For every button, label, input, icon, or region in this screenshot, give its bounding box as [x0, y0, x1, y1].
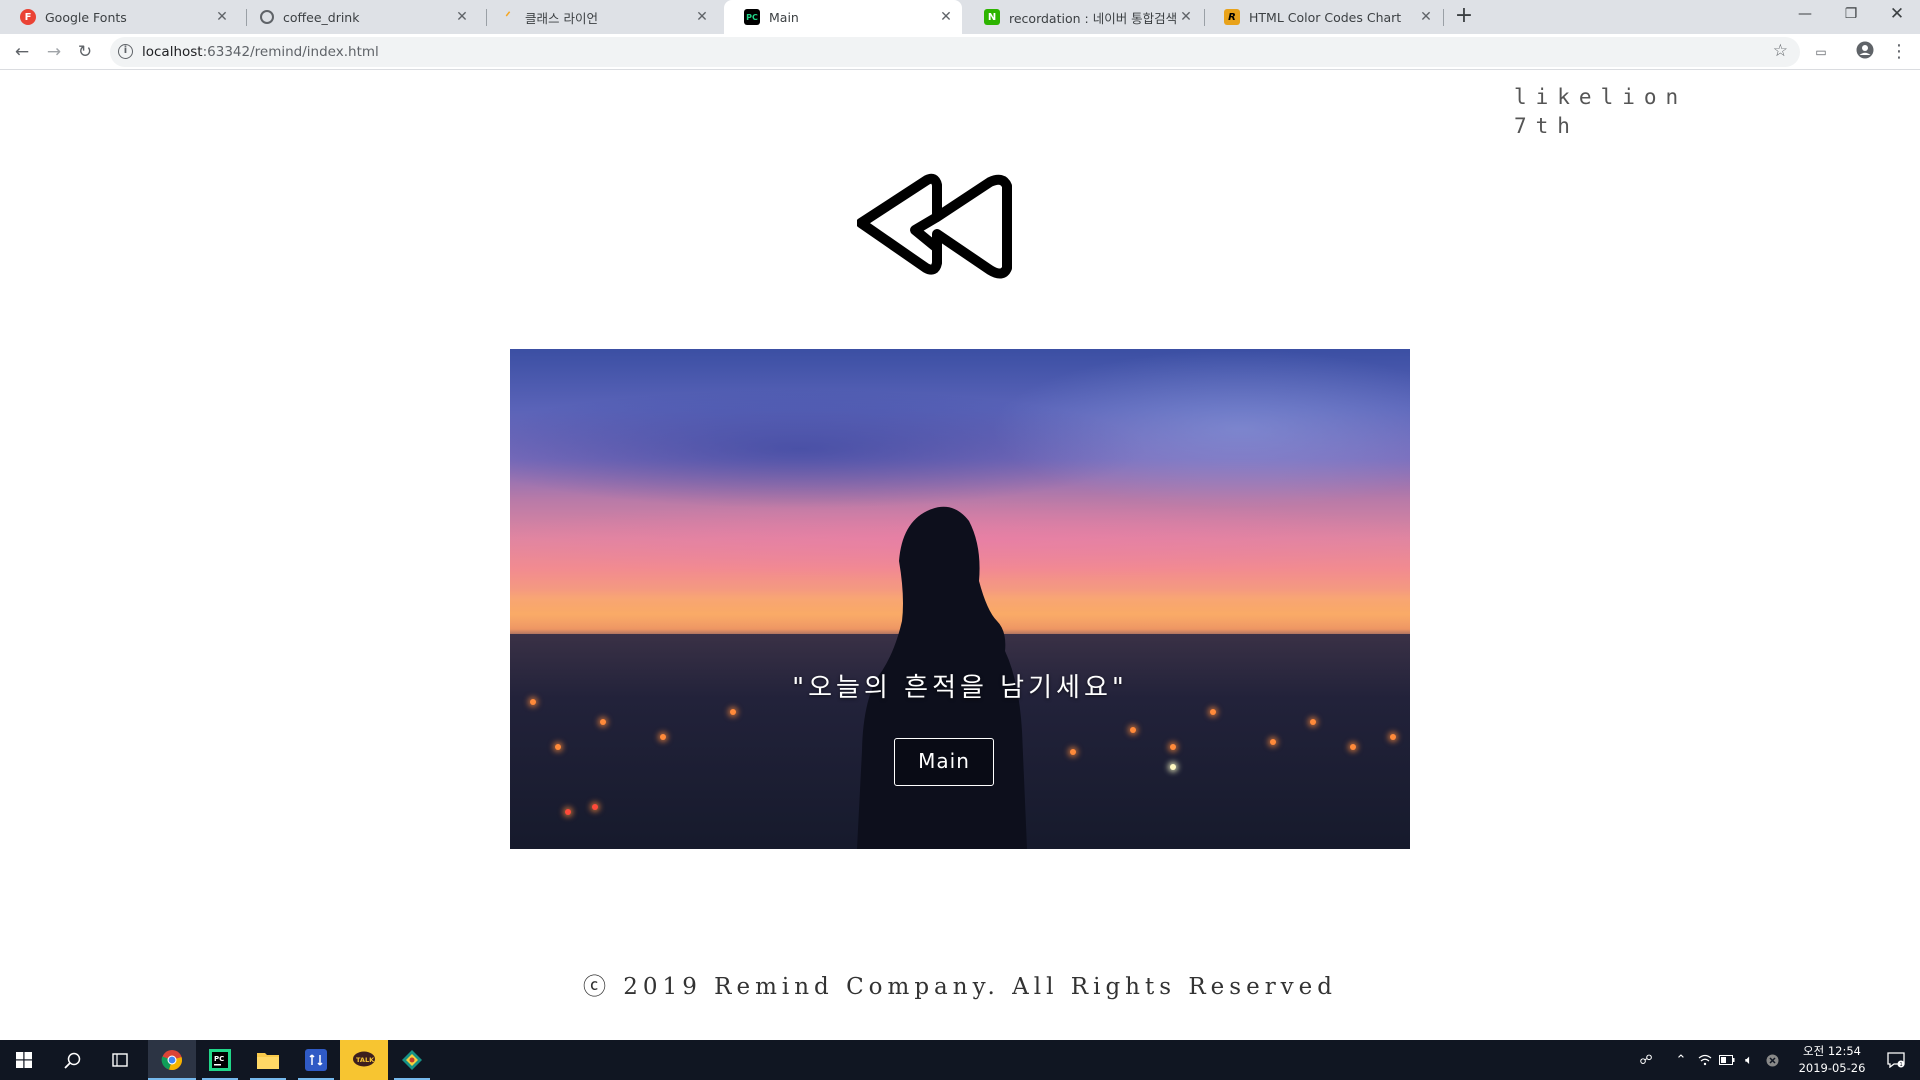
gitkraken-icon[interactable]	[388, 1040, 436, 1080]
clock-date: 2019-05-26	[1798, 1061, 1866, 1075]
page-content: likelion 7th "오늘의 흔적을 남기세요" Main ⓒ 2019 …	[0, 71, 1920, 1039]
globe-icon	[260, 10, 274, 24]
pycharm-icon[interactable]: PC	[196, 1040, 244, 1080]
forward-button[interactable]: →	[41, 39, 67, 65]
address-bar[interactable]: i localhost:63342/remind/index.html ☆	[110, 37, 1800, 67]
svg-text:TALK: TALK	[356, 1056, 375, 1064]
pycharm-favicon-icon: PC	[744, 9, 760, 25]
restore-button[interactable]: ❐	[1828, 0, 1874, 30]
close-tab-icon[interactable]: ✕	[692, 9, 712, 25]
tab-title: Main	[769, 9, 799, 25]
svg-text:1: 1	[1900, 1062, 1903, 1068]
close-window-button[interactable]: ✕	[1874, 0, 1920, 30]
hero-banner: "오늘의 흔적을 남기세요" Main	[510, 349, 1410, 849]
reload-button[interactable]: ↻	[72, 39, 98, 65]
close-tab-icon[interactable]: ✕	[936, 9, 956, 25]
minimize-button[interactable]: —	[1782, 0, 1828, 30]
windows-taskbar: PC TALK ☍ ⌃ 🔈︎ 오전 12:54 2019-05-26 1	[0, 1040, 1920, 1080]
close-tab-icon[interactable]: ✕	[452, 9, 472, 25]
tab-google-fonts[interactable]: F Google Fonts ✕	[0, 0, 238, 34]
people-icon[interactable]: ☍	[1634, 1040, 1658, 1080]
footer-copyright: ⓒ 2019 Remind Company. All Rights Reserv…	[582, 974, 1338, 1000]
tab-naver-search[interactable]: N recordation : 네이버 통합검색 ✕	[964, 0, 1202, 34]
chrome-icon[interactable]	[148, 1040, 196, 1080]
close-tab-icon[interactable]: ✕	[1176, 9, 1196, 25]
taskbar-clock[interactable]: 오전 12:54 2019-05-26	[1782, 1043, 1882, 1077]
notification-center-icon[interactable]: 1	[1876, 1040, 1916, 1080]
battery-icon[interactable]	[1716, 1040, 1738, 1080]
menu-kebab-icon[interactable]: ⋮	[1888, 41, 1910, 63]
show-hidden-icons-chevron-icon[interactable]: ⌃	[1670, 1040, 1692, 1080]
tab-title: coffee_drink	[283, 9, 360, 25]
site-info-icon[interactable]: i	[118, 44, 133, 59]
tab-strip: F Google Fonts ✕ coffee_drink ✕ ᐟ 클래스 라이…	[0, 0, 1920, 34]
file-explorer-icon[interactable]	[244, 1040, 292, 1080]
windows-start-icon[interactable]	[0, 1040, 48, 1080]
main-button[interactable]: Main	[894, 738, 994, 786]
clock-time: 오전 12:54	[1803, 1044, 1861, 1058]
tab-title: recordation : 네이버 통합검색	[1009, 10, 1176, 26]
tab-class-lion[interactable]: ᐟ 클래스 라이언 ✕	[480, 0, 718, 34]
new-tab-button[interactable]: +	[1452, 5, 1476, 29]
kakaotalk-icon[interactable]: TALK	[340, 1040, 388, 1080]
close-tab-icon[interactable]: ✕	[1416, 9, 1436, 25]
task-view-icon[interactable]	[96, 1040, 144, 1080]
tab-coffee-drink[interactable]: coffee_drink ✕	[240, 0, 478, 34]
browser-toolbar: ← → ↻ i localhost:63342/remind/index.htm…	[0, 34, 1920, 70]
volume-icon[interactable]: 🔈︎	[1738, 1040, 1760, 1080]
ime-status-icon[interactable]	[1762, 1040, 1782, 1080]
profile-icon[interactable]	[1854, 41, 1876, 63]
url-text: localhost:63342/remind/index.html	[142, 44, 379, 60]
search-icon[interactable]	[48, 1040, 96, 1080]
sourcetree-icon[interactable]	[292, 1040, 340, 1080]
brand-text[interactable]: likelion 7th	[1514, 83, 1687, 141]
wifi-icon[interactable]	[1694, 1040, 1716, 1080]
tab-html-color-codes[interactable]: R HTML Color Codes Chart ✕	[1204, 0, 1442, 34]
hero-quote: "오늘의 흔적을 남기세요"	[792, 673, 1128, 703]
naver-favicon-icon: N	[984, 9, 1000, 25]
lion-favicon-icon: ᐟ	[505, 9, 511, 25]
close-tab-icon[interactable]: ✕	[212, 9, 232, 25]
tab-title: Google Fonts	[45, 9, 127, 25]
cast-icon[interactable]: ▭	[1810, 41, 1832, 63]
html-color-favicon-icon: R	[1224, 9, 1240, 25]
google-fonts-favicon-icon: F	[20, 9, 36, 25]
tab-title: HTML Color Codes Chart	[1249, 9, 1402, 25]
tab-main[interactable]: PC Main ✕	[724, 0, 962, 34]
bookmark-star-icon[interactable]: ☆	[1773, 41, 1788, 61]
back-button[interactable]: ←	[9, 39, 35, 65]
tab-title: 클래스 라이언	[525, 10, 598, 26]
rewind-icon[interactable]	[857, 170, 1013, 280]
svg-text:PC: PC	[214, 1055, 224, 1063]
